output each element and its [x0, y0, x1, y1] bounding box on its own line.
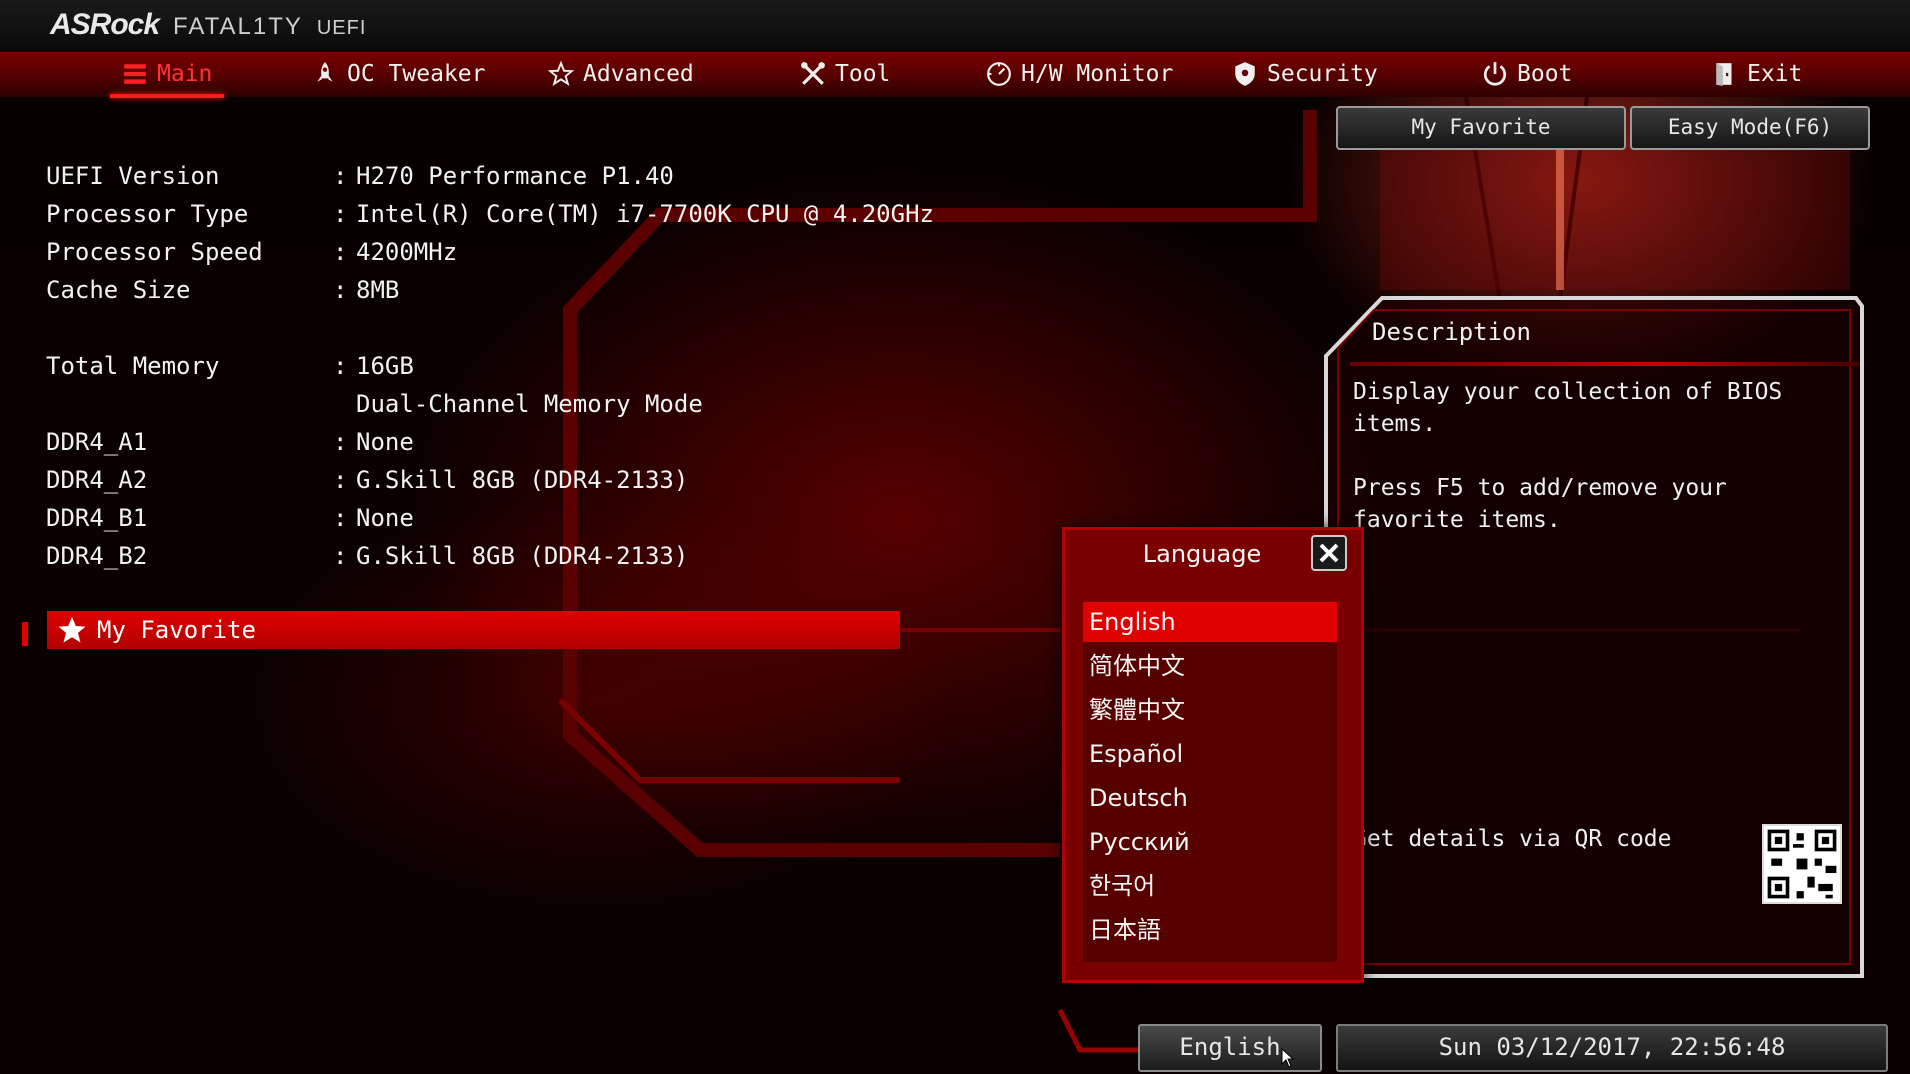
my-favorite-item[interactable]: My Favorite	[47, 611, 900, 649]
info-row-total-memory: Total Memory : 16GB	[46, 348, 946, 384]
tab-boot[interactable]: Boot	[1482, 52, 1572, 96]
info-colon: :	[333, 200, 348, 228]
close-icon	[1319, 543, 1339, 563]
info-row-ddr4-b1: DDR4_B1 : None	[46, 500, 946, 536]
tab-exit-label: Exit	[1747, 61, 1803, 87]
date-time-display[interactable]: Sun 03/12/2017, 22:56:48	[1336, 1024, 1888, 1072]
info-label: UEFI Version	[46, 162, 220, 190]
info-value: 16GB	[356, 352, 414, 380]
language-option-japanese[interactable]: 日本語	[1083, 910, 1337, 950]
info-colon: :	[333, 504, 348, 532]
info-value: None	[356, 504, 414, 532]
info-row-ddr4-b2: DDR4_B2 : G.Skill 8GB (DDR4-2133)	[46, 538, 946, 574]
language-option-spanish[interactable]: Español	[1083, 734, 1337, 774]
info-row-memory-mode: Dual-Channel Memory Mode	[46, 386, 946, 422]
brand-bar: ASRock FATAL1TY UEFI	[0, 0, 1910, 52]
description-divider	[1350, 362, 1860, 366]
language-option-german[interactable]: Deutsch	[1083, 778, 1337, 818]
info-value: None	[356, 428, 414, 456]
tab-hw-monitor[interactable]: H/W Monitor	[986, 52, 1173, 96]
info-colon: :	[333, 542, 348, 570]
info-value: H270 Performance P1.40	[356, 162, 674, 190]
qr-label: Get details via QR code	[1353, 826, 1672, 852]
star-outline-icon	[548, 61, 574, 86]
info-label: Processor Type	[46, 200, 249, 228]
info-value: G.Skill 8GB (DDR4-2133)	[356, 542, 689, 570]
my-favorite-item-label: My Favorite	[97, 616, 256, 644]
language-option-russian[interactable]: Русский	[1083, 822, 1337, 862]
language-option-traditional-chinese[interactable]: 繁體中文	[1083, 690, 1337, 730]
info-label: DDR4_B2	[46, 542, 148, 570]
info-value: G.Skill 8GB (DDR4-2133)	[356, 466, 689, 494]
brand-series: FATAL1TY	[173, 13, 303, 40]
monitor-dial-icon	[987, 62, 1011, 86]
info-value: Intel(R) Core(TM) i7-7700K CPU @ 4.20GHz	[356, 200, 934, 228]
tab-tool[interactable]: Tool	[800, 52, 890, 96]
language-dialog: Language English 简体中文 繁體中文 Español Deuts…	[1062, 527, 1364, 983]
shield-icon	[1235, 62, 1255, 86]
info-label: DDR4_A2	[46, 466, 148, 494]
selection-marker	[22, 622, 28, 646]
info-value: Dual-Channel Memory Mode	[356, 390, 703, 418]
info-value: 8MB	[356, 276, 400, 304]
info-colon: :	[333, 428, 348, 456]
language-option-english[interactable]: English	[1083, 602, 1337, 642]
info-row-uefi-version: UEFI Version : H270 Performance P1.40	[46, 158, 946, 194]
info-label: DDR4_B1	[46, 504, 148, 532]
exit-door-icon	[1716, 63, 1732, 86]
info-colon: :	[333, 352, 348, 380]
language-dialog-title: Language	[1142, 540, 1262, 568]
brand-logo: ASRock FATAL1TY UEFI	[50, 8, 366, 44]
info-label: Cache Size	[46, 276, 191, 304]
info-label: Processor Speed	[46, 238, 263, 266]
mouse-cursor-icon	[1281, 1048, 1295, 1068]
info-row-processor-type: Processor Type : Intel(R) Core(TM) i7-77…	[46, 196, 946, 232]
bios-screen: ASRock FATAL1TY UEFI Main OC Tweaker Adv…	[0, 0, 1910, 1074]
brand-name: ASRock	[50, 8, 160, 41]
power-icon	[1483, 62, 1507, 86]
info-colon: :	[333, 162, 348, 190]
tab-security-label: Security	[1267, 61, 1378, 87]
list-icon	[124, 64, 146, 84]
tab-boot-label: Boot	[1517, 61, 1573, 87]
language-option-simplified-chinese[interactable]: 简体中文	[1083, 646, 1337, 686]
tab-oc-tweaker[interactable]: OC Tweaker	[312, 52, 485, 96]
tab-tool-label: Tool	[835, 61, 891, 87]
tab-advanced-label: Advanced	[583, 61, 694, 87]
info-label: Total Memory	[46, 352, 220, 380]
tab-security[interactable]: Security	[1232, 52, 1378, 96]
star-icon	[58, 616, 86, 643]
tab-main-label: Main	[157, 61, 213, 87]
description-text-1: Display your collection of BIOS items.	[1353, 379, 1783, 437]
info-colon: :	[333, 466, 348, 494]
info-colon: :	[333, 276, 348, 304]
qr-code	[1762, 824, 1842, 904]
my-favorite-button[interactable]: My Favorite	[1336, 106, 1626, 150]
info-value: 4200MHz	[356, 238, 458, 266]
main-tabbar: Main OC Tweaker Advanced Tool H/W Monito…	[0, 52, 1910, 98]
info-row-ddr4-a2: DDR4_A2 : G.Skill 8GB (DDR4-2133)	[46, 462, 946, 498]
info-row-processor-speed: Processor Speed : 4200MHz	[46, 234, 946, 270]
tab-main[interactable]: Main	[109, 52, 225, 98]
language-option-korean[interactable]: 한국어	[1083, 866, 1337, 906]
tab-oc-tweaker-label: OC Tweaker	[347, 61, 486, 87]
tab-exit[interactable]: Exit	[1712, 52, 1802, 96]
language-list: English 简体中文 繁體中文 Español Deutsch Русски…	[1083, 602, 1337, 962]
rocket-icon	[317, 62, 333, 82]
info-label: DDR4_A1	[46, 428, 148, 456]
close-button[interactable]	[1311, 535, 1347, 571]
description-title: Description	[1372, 318, 1531, 346]
easy-mode-button[interactable]: Easy Mode(F6)	[1630, 106, 1870, 150]
info-colon: :	[333, 238, 348, 266]
tools-icon	[801, 62, 825, 85]
info-row-cache-size: Cache Size : 8MB	[46, 272, 946, 308]
tab-hw-monitor-label: H/W Monitor	[1021, 61, 1174, 87]
description-text-2: Press F5 to add/remove your favorite ite…	[1353, 475, 1727, 533]
info-row-ddr4-a1: DDR4_A1 : None	[46, 424, 946, 460]
tab-advanced[interactable]: Advanced	[548, 52, 694, 96]
brand-product: UEFI	[316, 17, 367, 39]
